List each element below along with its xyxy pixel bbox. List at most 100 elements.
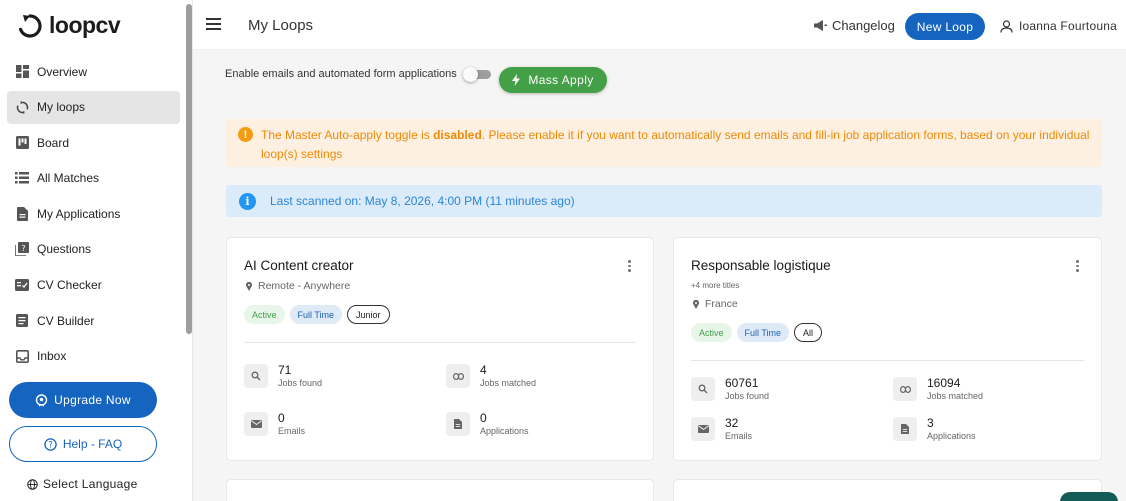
status-badge: Active [691, 323, 732, 342]
warning-icon: ! [238, 127, 253, 142]
document-icon [893, 417, 917, 441]
document-icon [15, 206, 29, 221]
sidebar-item-my-applications[interactable]: My Applications [7, 197, 180, 230]
sidebar-item-label: CV Builder [37, 313, 95, 328]
sidebar-item-label: CV Checker [37, 278, 102, 293]
svg-text:?: ? [21, 244, 25, 253]
loop-card[interactable] [226, 479, 654, 501]
search-icon [691, 377, 715, 401]
sidebar-scrollbar[interactable] [186, 4, 192, 334]
sidebar-item-questions[interactable]: ? Questions [7, 233, 180, 266]
auto-apply-toggle[interactable] [462, 67, 491, 82]
sidebar-item-my-loops[interactable]: My loops [7, 90, 180, 124]
user-icon [1000, 19, 1013, 33]
card-divider [691, 360, 1084, 361]
stat-jobs-found: 71 Jobs found [244, 364, 322, 390]
job-type-badge: Full Time [736, 323, 790, 342]
select-language[interactable]: Select Language [27, 477, 138, 491]
select-language-label: Select Language [43, 477, 138, 491]
user-menu[interactable]: Ioanna Fourtouna [1000, 19, 1117, 33]
location-pin-icon [246, 281, 252, 291]
stat-jobs-found: 60761 Jobs found [691, 377, 769, 403]
location-pin-icon [693, 299, 699, 309]
search-icon [244, 364, 268, 388]
loop-location: Remote - Anywhere [246, 280, 350, 292]
sidebar-item-all-matches[interactable]: All Matches [7, 162, 180, 195]
loop-title: AI Content creator [244, 258, 354, 273]
sidebar-item-overview[interactable]: Overview [7, 55, 180, 88]
status-badge: Active [244, 305, 285, 324]
logo[interactable]: loopcv [17, 12, 121, 39]
link-icon [893, 377, 917, 401]
loop-card[interactable]: AI Content creator Remote - Anywhere Act… [226, 237, 654, 461]
sidebar-item-label: My Applications [37, 206, 121, 221]
sidebar-item-label: My loops [37, 100, 86, 115]
stat-emails: 0 Emails [244, 412, 305, 438]
stat-jobs-matched: 16094 Jobs matched [893, 377, 983, 403]
menu-icon[interactable] [206, 18, 221, 30]
more-titles-text: +4 more titles [691, 281, 740, 290]
loop-tags: Active Full Time Junior [244, 305, 390, 324]
upgrade-now-label: Upgrade Now [54, 393, 131, 407]
new-loop-button[interactable]: New Loop [905, 13, 985, 40]
mass-apply-label: Mass Apply [528, 73, 594, 87]
loop-card[interactable]: Responsable logistique +4 more titles Fr… [673, 237, 1102, 461]
checker-icon [15, 278, 29, 292]
loop-card[interactable] [673, 479, 1102, 501]
warning-text: The Master Auto-apply toggle is disabled… [261, 128, 1090, 161]
sidebar-item-cv-builder[interactable]: CV Builder [7, 304, 180, 337]
sidebar-item-label: Questions [37, 242, 92, 257]
dashboard-icon [15, 65, 29, 79]
sidebar: loopcv Overview My loops Board All Match… [0, 0, 193, 501]
auto-apply-toggle-row: Enable emails and automated form applica… [225, 67, 491, 82]
loop-location: France [693, 298, 738, 310]
last-scanned-text: Last scanned on: May 8, 2026, 4:00 PM (1… [270, 194, 575, 208]
user-name: Ioanna Fourtouna [1019, 19, 1117, 33]
sidebar-item-cv-checker[interactable]: CV Checker [7, 269, 180, 302]
question-icon: ? [15, 242, 29, 257]
seniority-badge: Junior [347, 305, 390, 324]
loop-logo-icon [18, 13, 42, 38]
builder-icon [15, 314, 29, 328]
inbox-icon [15, 349, 29, 363]
more-options-icon[interactable] [628, 260, 631, 272]
sidebar-item-board[interactable]: Board [7, 126, 180, 159]
help-faq-button[interactable]: ? Help - FAQ [9, 426, 157, 462]
sidebar-nav: Overview My loops Board All Matches My A… [7, 55, 180, 375]
help-faq-label: Help - FAQ [62, 437, 123, 451]
lightning-icon [512, 74, 521, 86]
changelog-label: Changelog [832, 18, 895, 33]
help-icon: ? [44, 437, 57, 451]
globe-icon [27, 478, 38, 490]
info-icon: i [239, 192, 256, 210]
sidebar-item-label: Board [37, 135, 70, 150]
stat-jobs-matched: 4 Jobs matched [446, 364, 536, 390]
upgrade-now-button[interactable]: Upgrade Now [9, 382, 157, 418]
sidebar-item-label: Overview [37, 64, 88, 79]
megaphone-icon [814, 20, 827, 31]
list-icon [15, 171, 29, 185]
svg-text:?: ? [48, 440, 53, 450]
loop-icon [15, 100, 29, 114]
more-options-icon[interactable] [1076, 260, 1079, 272]
sidebar-item-label: All Matches [37, 171, 100, 186]
stat-emails: 32 Emails [691, 417, 752, 443]
changelog-link[interactable]: Changelog [814, 18, 895, 33]
email-icon [691, 417, 715, 441]
job-type-badge: Full Time [289, 305, 343, 324]
sidebar-item-inbox[interactable]: Inbox [7, 340, 180, 373]
brand-name: loopcv [49, 12, 121, 38]
document-icon [446, 412, 470, 436]
auto-apply-toggle-label: Enable emails and automated form applica… [225, 68, 457, 80]
chat-widget-button[interactable] [1060, 492, 1118, 501]
seniority-badge: All [794, 323, 823, 342]
page-title: My Loops [248, 17, 314, 34]
auto-apply-warning-alert: ! The Master Auto-apply toggle is disabl… [226, 119, 1102, 167]
loop-tags: Active Full Time All [691, 323, 823, 342]
stat-applications: 0 Applications [446, 412, 529, 438]
last-scanned-alert: i Last scanned on: May 8, 2026, 4:00 PM … [226, 185, 1102, 217]
card-divider [244, 342, 636, 343]
rocket-icon [35, 393, 48, 406]
mass-apply-button[interactable]: Mass Apply [499, 67, 607, 93]
sidebar-item-label: Inbox [37, 349, 67, 364]
